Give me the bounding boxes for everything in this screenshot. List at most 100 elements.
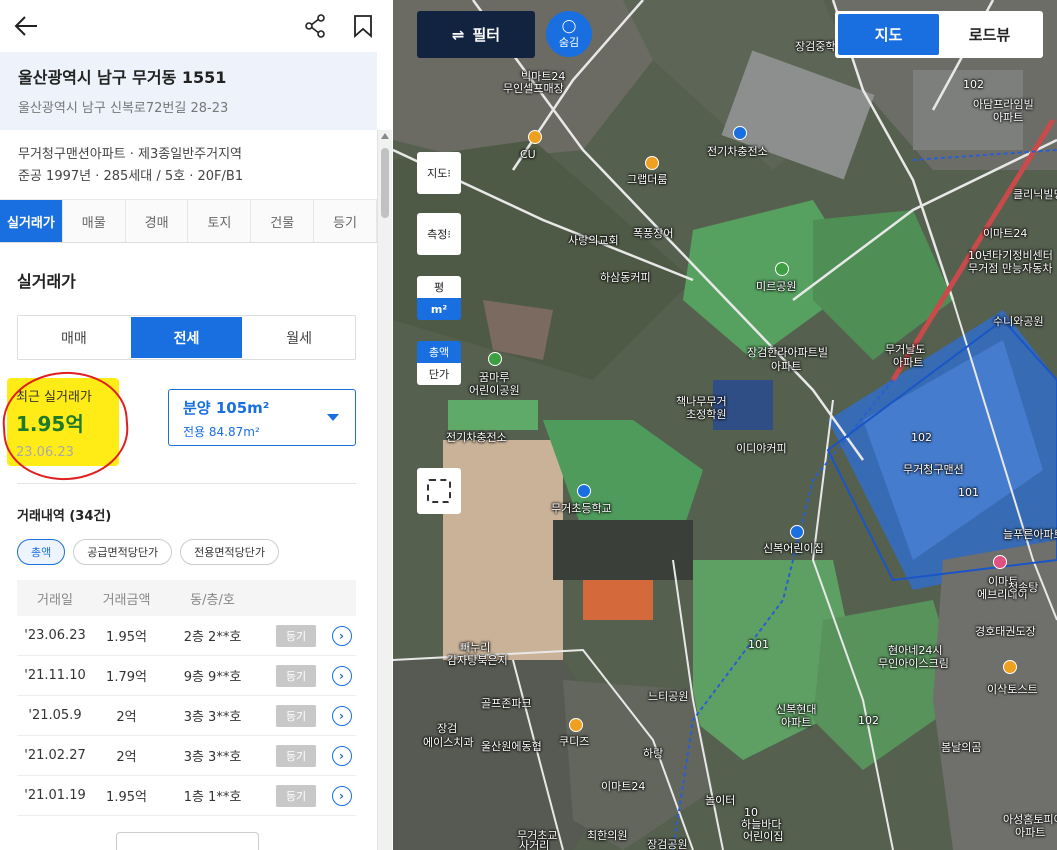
map-label[interactable]: 골프존파크 (481, 697, 532, 710)
unit-pyeong-button[interactable]: 평 (417, 276, 461, 298)
map-label[interactable]: 전기차충전소 (707, 145, 768, 158)
map-label[interactable]: 수니와공원 (993, 315, 1044, 328)
map-label[interactable]: 이마트24 (983, 227, 1027, 240)
filter-button[interactable]: ⇌ 필터 (417, 11, 535, 58)
deal-type-sale[interactable]: 매매 (18, 316, 130, 359)
chip-total[interactable]: 총액 (17, 539, 66, 565)
map-label[interactable]: 사거리 (519, 839, 549, 850)
map-label[interactable]: 경호태권도장 (975, 625, 1036, 638)
map-label[interactable]: 무거점 만능자동차 (968, 262, 1052, 275)
map-view[interactable]: 빅마트24 무인셀프매장 CU 장검중학교 102 아담프라임빌 아파트 전기차… (393, 0, 1057, 850)
map-label[interactable]: 아파트 (781, 716, 811, 729)
map-label[interactable]: 꿈마루 (479, 371, 509, 384)
map-label[interactable]: 클리닉빌딩 (1013, 188, 1057, 201)
park-pin-icon[interactable] (488, 352, 502, 366)
map-type-button[interactable]: 지도 ⁝ (417, 152, 461, 194)
toggle-roadview[interactable]: 로드뷰 (939, 14, 1040, 55)
panel-scrollbar[interactable] (377, 130, 392, 850)
register-button[interactable]: 등기 (276, 704, 316, 727)
deal-type-monthly[interactable]: 월세 (243, 316, 355, 359)
map-label[interactable]: 놀이터 (705, 794, 735, 807)
map-label[interactable]: 현아네24시 (888, 644, 942, 657)
map-label[interactable]: 최한의원 (587, 829, 627, 842)
map-label[interactable]: 어린이집 (743, 830, 783, 843)
area-selector[interactable]: 분양 105m² 전용 84.87m² (168, 389, 356, 446)
cafe-pin-icon[interactable] (645, 156, 659, 170)
map-label[interactable]: 101 (748, 638, 769, 651)
map-label[interactable]: 무거청구맨션 (903, 463, 964, 476)
deal-type-jeonse[interactable]: 전세 (130, 317, 243, 358)
price-unit-button[interactable]: 단가 (417, 363, 461, 385)
map-label[interactable]: 하삼동커피 (600, 271, 651, 284)
tab-building[interactable]: 건물 (251, 200, 315, 242)
map-label[interactable]: 10년타기정비센터 (968, 249, 1053, 262)
more-button[interactable] (116, 832, 259, 850)
map-label[interactable]: 빼누리 (460, 641, 490, 654)
ev-charger-pin-icon[interactable] (733, 126, 747, 140)
toggle-map[interactable]: 지도 (838, 14, 939, 55)
map-label[interactable]: 장검 (437, 722, 457, 735)
restaurant-pin-icon[interactable] (1003, 660, 1017, 674)
chevron-right-icon[interactable]: › (331, 625, 352, 646)
tab-registry[interactable]: 등기 (314, 200, 377, 242)
register-button[interactable]: 등기 (276, 744, 316, 767)
map-label[interactable]: 장검한라아파트빌 (747, 346, 828, 359)
school-pin-icon[interactable] (577, 484, 591, 498)
map-label[interactable]: 이디야커피 (736, 442, 787, 455)
map-label[interactable]: 폭풍장어 (633, 227, 673, 240)
store-pin-icon[interactable] (528, 130, 542, 144)
map-label[interactable]: 아파트 (771, 360, 801, 373)
chip-exclusive-unit[interactable]: 전용면적당단가 (180, 539, 279, 565)
map-label[interactable]: 102 (858, 714, 879, 727)
map-label[interactable]: 신복현대 (776, 703, 816, 716)
mart-pin-icon[interactable] (993, 555, 1007, 569)
park-pin-icon[interactable] (775, 262, 789, 276)
chevron-right-icon[interactable]: › (331, 665, 352, 686)
map-label[interactable]: CU (520, 148, 536, 161)
arrow-left-icon[interactable] (10, 10, 42, 42)
map-label[interactable]: 아파트 (993, 111, 1023, 124)
map-label[interactable]: 청송탕 (1008, 581, 1038, 594)
bookmark-icon[interactable] (348, 10, 377, 42)
map-label[interactable]: 장검공원 (647, 838, 687, 850)
register-button[interactable]: 등기 (276, 624, 316, 647)
map-label[interactable]: 무거날도 (885, 343, 925, 356)
unit-m2-button[interactable]: m² (417, 298, 461, 320)
map-label[interactable]: 미르공원 (756, 280, 796, 293)
map-label[interactable]: 감자탕북은지 (447, 654, 508, 667)
hide-button[interactable]: ◯ 숨김 (546, 11, 592, 57)
cafe-pin-icon[interactable] (569, 718, 583, 732)
share-icon[interactable] (300, 10, 330, 42)
map-label[interactable]: 느티공원 (648, 690, 688, 703)
map-label[interactable]: 아성홈토피아 (1003, 813, 1057, 826)
register-button[interactable]: 등기 (276, 664, 316, 687)
tab-land[interactable]: 토지 (188, 200, 252, 242)
tab-real-price[interactable]: 실거래가 (0, 200, 63, 242)
map-label[interactable]: 늘푸른아파트 (1003, 528, 1057, 541)
tab-listings[interactable]: 매물 (62, 200, 126, 242)
map-label[interactable]: 하랑 (643, 747, 663, 760)
map-label[interactable]: 아파트 (893, 356, 923, 369)
map-label[interactable]: 그랩더룸 (627, 173, 667, 186)
map-label[interactable]: 전기차충전소 (446, 431, 507, 444)
map-label[interactable]: 이삭토스트 (987, 683, 1038, 696)
daycare-pin-icon[interactable] (790, 525, 804, 539)
map-label[interactable]: 책나무무거 (676, 395, 727, 408)
price-total-button[interactable]: 총액 (417, 341, 461, 363)
chevron-right-icon[interactable]: › (331, 745, 352, 766)
map-label[interactable]: 어린이공원 (469, 384, 520, 397)
register-button[interactable]: 등기 (276, 784, 316, 807)
map-label[interactable]: 무거초등학교 (551, 502, 612, 515)
map-label[interactable]: 102 (911, 431, 932, 444)
map-label[interactable]: 쿠디즈 (559, 735, 589, 748)
map-label[interactable]: 에이스치과 (423, 736, 474, 749)
map-label[interactable]: 사랑의교회 (568, 234, 619, 247)
map-label[interactable]: 이마트24 (601, 780, 645, 793)
chevron-right-icon[interactable]: › (331, 705, 352, 726)
map-label[interactable]: 아담프라임빌 (973, 98, 1034, 111)
map-label[interactable]: 무인셀프매장 (503, 82, 564, 95)
map-label[interactable]: 무인아이스크림 (878, 657, 949, 670)
map-label[interactable]: 신복어린이집 (763, 542, 824, 555)
map-label[interactable]: 102 (963, 78, 984, 91)
tab-auction[interactable]: 경매 (125, 200, 189, 242)
